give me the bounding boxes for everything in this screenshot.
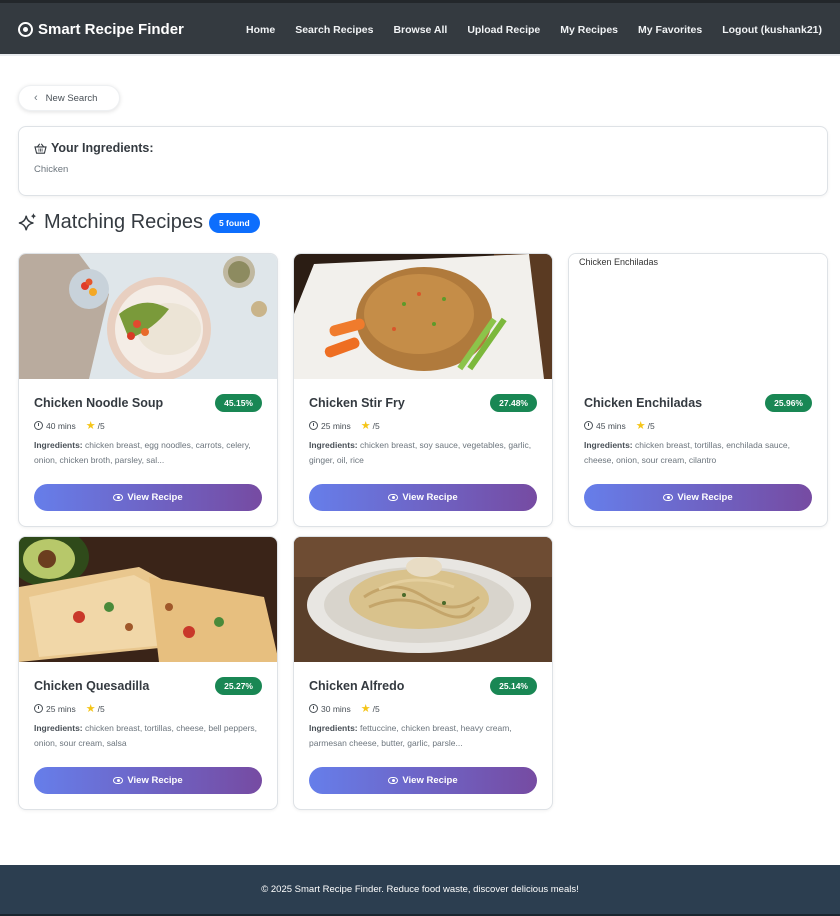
- ingredients-label: Ingredients:: [34, 723, 83, 733]
- clock-icon: [584, 421, 593, 430]
- star-icon: ★: [360, 703, 371, 715]
- sparkles-icon: [18, 212, 37, 230]
- match-badge: 25.27%: [215, 677, 262, 695]
- nav-link-home[interactable]: Home: [246, 24, 275, 36]
- view-recipe-button[interactable]: View Recipe: [34, 767, 262, 794]
- ingredients-label: Ingredients:: [309, 440, 358, 450]
- view-recipe-button[interactable]: View Recipe: [309, 484, 537, 511]
- eye-icon: [388, 777, 399, 784]
- new-search-button[interactable]: ‹ New Search: [18, 85, 120, 111]
- eye-icon: [388, 494, 399, 501]
- recipe-card[interactable]: Chicken Enchiladas Chicken Enchiladas 25…: [568, 253, 828, 527]
- footer: © 2025 Smart Recipe Finder. Reduce food …: [0, 865, 840, 916]
- recipe-card[interactable]: Chicken Quesadilla 25.27% 25 mins ★ /5 I…: [18, 536, 278, 810]
- navbar: Smart Recipe Finder Home Search Recipes …: [0, 0, 840, 56]
- ingredients-label: Ingredients:: [34, 440, 83, 450]
- ingredients-title: Your Ingredients:: [34, 141, 812, 155]
- recipe-ingredients: Ingredients: chicken breast, egg noodles…: [34, 438, 262, 468]
- recipe-title: Chicken Quesadilla: [34, 679, 150, 693]
- clock-icon: [309, 704, 318, 713]
- view-recipe-label: View Recipe: [677, 492, 733, 503]
- nav-links: Home Search Recipes Browse All Upload Re…: [246, 24, 822, 36]
- recipe-ingredients: Ingredients: chicken breast, tortillas, …: [34, 721, 262, 751]
- navbar-divider: [0, 54, 840, 56]
- nav-link-upload-recipe[interactable]: Upload Recipe: [467, 24, 540, 36]
- recipe-card[interactable]: Chicken Alfredo 25.14% 30 mins ★ /5 Ingr…: [293, 536, 553, 810]
- view-recipe-button[interactable]: View Recipe: [34, 484, 262, 511]
- recipe-meta: 25 mins ★ /5: [309, 419, 537, 432]
- match-badge: 45.15%: [215, 394, 262, 412]
- star-icon: ★: [360, 420, 371, 432]
- recipe-image[interactable]: [19, 537, 277, 662]
- recipe-card[interactable]: Chicken Noodle Soup 45.15% 40 mins ★ /5 …: [18, 253, 278, 527]
- clock-icon: [309, 421, 318, 430]
- recipe-title: Chicken Enchiladas: [584, 396, 703, 410]
- brand[interactable]: Smart Recipe Finder: [18, 21, 184, 38]
- nav-link-search-recipes[interactable]: Search Recipes: [295, 24, 373, 36]
- ingredients-list: Chicken: [34, 164, 69, 175]
- results-heading: Matching Recipes 5 found: [18, 211, 260, 234]
- broken-image-alt: Chicken Enchiladas: [569, 254, 827, 267]
- match-badge: 27.48%: [490, 394, 537, 412]
- new-search-label: New Search: [45, 92, 98, 104]
- recipe-title: Chicken Noodle Soup: [34, 396, 164, 410]
- nav-link-browse-all[interactable]: Browse All: [393, 24, 447, 36]
- nav-link-logout[interactable]: Logout (kushank21): [722, 24, 822, 36]
- clock-icon: [34, 704, 43, 713]
- ingredients-title-text: Your Ingredients:: [51, 141, 154, 155]
- recipe-time: 25 mins: [321, 420, 351, 431]
- clock-icon: [34, 421, 43, 430]
- view-recipe-label: View Recipe: [402, 492, 458, 503]
- eye-icon: [113, 494, 124, 501]
- recipe-rating: /5: [372, 703, 380, 714]
- recipe-meta: 45 mins ★ /5: [584, 419, 812, 432]
- recipe-time: 45 mins: [596, 420, 626, 431]
- recipe-image[interactable]: [19, 254, 277, 379]
- footer-text: © 2025 Smart Recipe Finder. Reduce food …: [261, 884, 579, 895]
- recipe-time: 40 mins: [46, 420, 76, 431]
- view-recipe-label: View Recipe: [127, 492, 183, 503]
- brand-name: Smart Recipe Finder: [38, 21, 184, 38]
- view-recipe-label: View Recipe: [127, 775, 183, 786]
- recipe-rating: /5: [372, 420, 380, 431]
- ingredients-label: Ingredients:: [584, 440, 633, 450]
- recipe-meta: 30 mins ★ /5: [309, 702, 537, 715]
- star-icon: ★: [85, 420, 96, 432]
- recipe-ingredients: Ingredients: chicken breast, soy sauce, …: [309, 438, 537, 468]
- results-count-badge: 5 found: [208, 212, 260, 233]
- nav-link-my-favorites[interactable]: My Favorites: [638, 24, 702, 36]
- nav-link-my-recipes[interactable]: My Recipes: [560, 24, 618, 36]
- view-recipe-label: View Recipe: [402, 775, 458, 786]
- recipe-rating: /5: [97, 703, 105, 714]
- ingredients-card: Your Ingredients: Chicken: [18, 126, 828, 196]
- match-badge: 25.14%: [490, 677, 537, 695]
- star-icon: ★: [85, 703, 96, 715]
- results-heading-text: Matching Recipes: [44, 211, 203, 233]
- recipe-image[interactable]: Chicken Enchiladas: [569, 254, 827, 379]
- recipe-title: Chicken Alfredo: [309, 679, 405, 693]
- recipe-ingredients: Ingredients: fettuccine, chicken breast,…: [309, 721, 537, 751]
- recipe-time: 30 mins: [321, 703, 351, 714]
- eye-icon: [663, 494, 674, 501]
- ingredients-label: Ingredients:: [309, 723, 358, 733]
- recipe-image[interactable]: [294, 537, 552, 662]
- view-recipe-button[interactable]: View Recipe: [584, 484, 812, 511]
- recipe-rating: /5: [647, 420, 655, 431]
- chevron-left-icon: ‹: [34, 92, 38, 104]
- basket-icon: [34, 142, 47, 154]
- brand-logo-icon: [18, 22, 33, 37]
- star-icon: ★: [635, 420, 646, 432]
- recipe-meta: 40 mins ★ /5: [34, 419, 262, 432]
- recipe-title: Chicken Stir Fry: [309, 396, 405, 410]
- recipe-meta: 25 mins ★ /5: [34, 702, 262, 715]
- recipe-image[interactable]: [294, 254, 552, 379]
- recipe-ingredients: Ingredients: chicken breast, tortillas, …: [584, 438, 812, 468]
- image-alt-text: Chicken Enchiladas: [579, 257, 659, 267]
- recipe-time: 25 mins: [46, 703, 76, 714]
- match-badge: 25.96%: [765, 394, 812, 412]
- recipe-card[interactable]: Chicken Stir Fry 27.48% 25 mins ★ /5 Ing…: [293, 253, 553, 527]
- recipe-rating: /5: [97, 420, 105, 431]
- view-recipe-button[interactable]: View Recipe: [309, 767, 537, 794]
- eye-icon: [113, 777, 124, 784]
